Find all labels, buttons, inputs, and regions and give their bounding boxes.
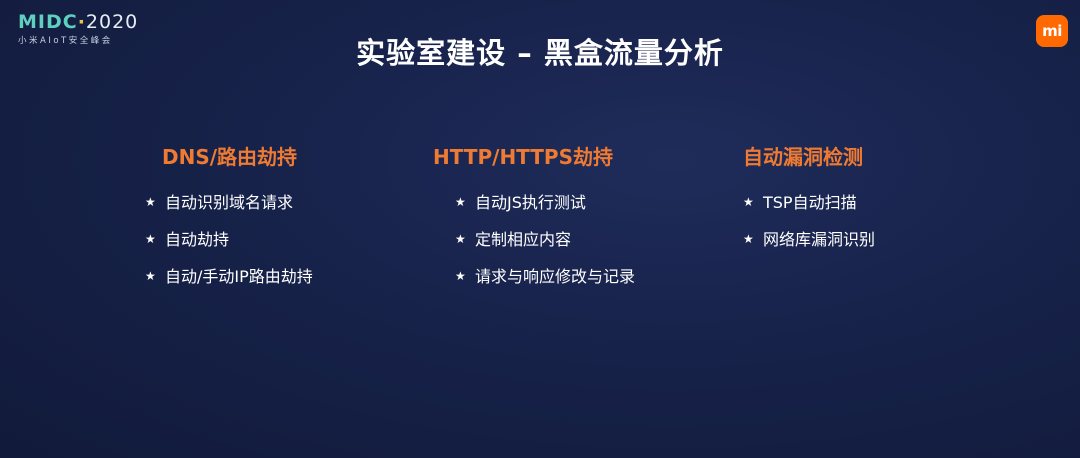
list-item-text: 网络库漏洞识别 [763, 230, 876, 249]
list-item-text: 自动JS执行测试 [475, 193, 586, 212]
column-http-https: HTTP/HTTPS劫持 ★ 自动JS执行测试 ★ 定制相应内容 ★ 请求与响应… [433, 142, 635, 303]
list-item: ★ 请求与响应修改与记录 [455, 266, 635, 287]
list-item: ★ TSP自动扫描 [743, 192, 875, 213]
star-bullet-icon: ★ [455, 269, 466, 283]
list-item: ★ 自动/手动IP路由劫持 [145, 266, 313, 287]
star-bullet-icon: ★ [455, 195, 466, 209]
star-bullet-icon: ★ [455, 232, 466, 246]
star-bullet-icon: ★ [145, 269, 156, 283]
page-title: 实验室建设 – 黑盒流量分析 [356, 36, 724, 70]
logo-wordmark: MIDC·2020 [18, 12, 138, 32]
column-heading: 自动漏洞检测 [743, 145, 863, 169]
column-heading: DNS/路由劫持 [162, 145, 298, 169]
column-dns-routing: DNS/路由劫持 ★ 自动识别域名请求 ★ 自动劫持 ★ 自动/手动IP路由劫持 [145, 142, 313, 303]
list-item-text: 自动/手动IP路由劫持 [165, 267, 313, 286]
column-vuln-detection: 自动漏洞检测 ★ TSP自动扫描 ★ 网络库漏洞识别 [743, 142, 875, 266]
list-item-text: 自动劫持 [165, 230, 230, 249]
bullet-list: ★ 自动识别域名请求 ★ 自动劫持 ★ 自动/手动IP路由劫持 [145, 192, 313, 287]
bullet-list: ★ 自动JS执行测试 ★ 定制相应内容 ★ 请求与响应修改与记录 [455, 192, 635, 287]
star-bullet-icon: ★ [743, 232, 754, 246]
list-item-text: 自动识别域名请求 [165, 193, 294, 212]
list-item-text: 定制相应内容 [475, 230, 572, 249]
list-item: ★ 自动JS执行测试 [455, 192, 635, 213]
star-bullet-icon: ★ [145, 195, 156, 209]
column-heading: HTTP/HTTPS劫持 [433, 145, 613, 169]
list-item: ★ 自动识别域名请求 [145, 192, 313, 213]
star-bullet-icon: ★ [743, 195, 754, 209]
list-item-text: 请求与响应修改与记录 [475, 267, 636, 286]
list-item: ★ 定制相应内容 [455, 229, 635, 250]
list-item: ★ 网络库漏洞识别 [743, 229, 875, 250]
list-item: ★ 自动劫持 [145, 229, 313, 250]
bullet-list: ★ TSP自动扫描 ★ 网络库漏洞识别 [743, 192, 875, 250]
star-bullet-icon: ★ [145, 232, 156, 246]
list-item-text: TSP自动扫描 [763, 193, 857, 212]
